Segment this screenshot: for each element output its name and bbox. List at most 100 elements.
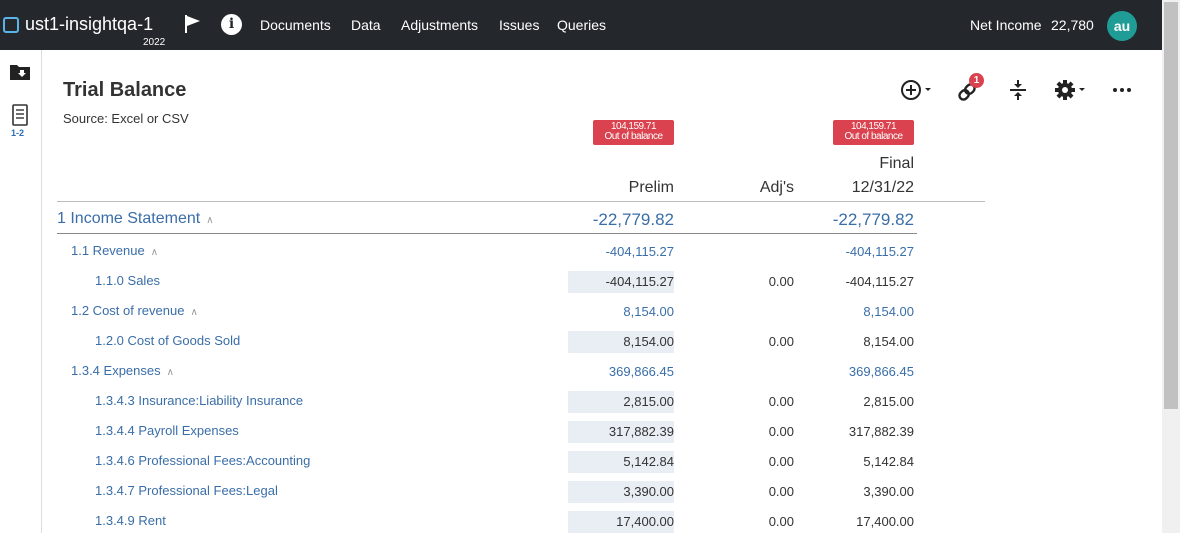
prelim-value[interactable]: 8,154.00 (574, 334, 674, 349)
prelim-oob-status: Out of balance (604, 131, 663, 142)
top-nav-bar: ust1-insightqa-1 2022 i Documents Data A… (0, 0, 1162, 50)
nav-data[interactable]: Data (351, 17, 381, 33)
final-value: -404,115.27 (845, 274, 914, 289)
final-value: 5,142.84 (863, 454, 914, 469)
net-income-label: Net Income (970, 17, 1042, 33)
account-label[interactable]: 1.3.4 Expenses ∧ (71, 363, 174, 378)
adj-value[interactable]: 0.00 (714, 334, 794, 349)
adj-value[interactable]: 0.00 (714, 274, 794, 289)
scrollbar-thumb[interactable] (1164, 2, 1178, 409)
collapse-chevron-icon[interactable]: ∧ (206, 215, 213, 226)
account-label-text: 1.2.0 Cost of Goods Sold (95, 333, 241, 348)
table-row: 1.2 Cost of revenue ∧ 8,154.00 8,154.00 (0, 299, 1000, 329)
account-label-text: 1.3.4.7 Professional Fees:Legal (95, 483, 278, 498)
table-row: 1.3.4.3 Insurance:Liability Insurance 2,8… (0, 389, 1000, 419)
user-avatar[interactable]: au (1107, 11, 1137, 41)
prelim-value: 8,154.00 (623, 304, 674, 319)
table-row: 1 Income Statement ∧ -22,779.82 -22,779.82 (0, 208, 1000, 238)
final-value: -22,779.82 (832, 210, 914, 229)
app-logo-icon[interactable] (3, 17, 19, 33)
account-label[interactable]: 1.1 Revenue ∧ (71, 243, 158, 258)
account-label-text: 1.3.4.9 Rent (95, 513, 166, 528)
account-label-text: 1.1.0 Sales (95, 273, 161, 288)
final-value: 8,154.00 (863, 304, 914, 319)
account-label-text: 1 Income Statement (57, 210, 201, 227)
account-label[interactable]: 1.3.4.4 Payroll Expenses (95, 423, 239, 438)
nav-queries[interactable]: Queries (557, 17, 606, 33)
table-row: 1.3.4.4 Payroll Expenses 317,882.39 0.00 31… (0, 419, 1000, 449)
account-label[interactable]: 1.3.4.7 Professional Fees:Legal (95, 483, 278, 498)
table-row: 1.2.0 Cost of Goods Sold 8,154.00 0.00 8,15… (0, 329, 1000, 359)
account-label-text: 1.3.4.3 Insurance:Liability Insurance (95, 393, 304, 408)
table-row: 1.1.0 Sales -404,115.27 0.00 -404,115.27 (0, 269, 1000, 299)
prelim-value[interactable]: 2,815.00 (574, 394, 674, 409)
add-icon[interactable] (899, 78, 935, 102)
prelim-value[interactable]: 3,390.00 (574, 484, 674, 499)
adj-value[interactable]: 0.00 (714, 394, 794, 409)
account-label-text: 1.2 Cost of revenue (71, 303, 185, 318)
document-list-icon[interactable] (12, 104, 28, 126)
rail-count-label[interactable]: 1-2 (11, 128, 24, 138)
account-label-text: 1.3.4.6 Professional Fees:Accounting (95, 453, 311, 468)
table-row: 1.3.4 Expenses ∧ 369,866.45 369,866.45 (0, 359, 1000, 389)
final-value: 8,154.00 (863, 334, 914, 349)
app-name[interactable]: ust1-insightqa-1 (25, 14, 153, 35)
account-label[interactable]: 1.3.4.6 Professional Fees:Accounting (95, 453, 310, 468)
final-value: -404,115.27 (845, 244, 914, 259)
account-label[interactable]: 1.3.4.9 Rent (95, 513, 166, 528)
final-value: 2,815.00 (863, 394, 914, 409)
collapse-chevron-icon[interactable]: ∧ (167, 367, 174, 378)
table-row: 1.1 Revenue ∧ -404,115.27 -404,115.27 (0, 239, 1000, 269)
nav-documents[interactable]: Documents (260, 17, 331, 33)
adj-value[interactable]: 0.00 (714, 484, 794, 499)
adj-value[interactable]: 0.00 (714, 514, 794, 529)
flag-icon[interactable] (183, 14, 203, 34)
account-label[interactable]: 1.1.0 Sales (95, 273, 160, 288)
final-value: 17,400.00 (856, 514, 914, 529)
account-label[interactable]: 1.2.0 Cost of Goods Sold (95, 333, 240, 348)
prelim-value[interactable]: 17,400.00 (574, 514, 674, 529)
prelim-value: 369,866.45 (608, 364, 674, 379)
info-icon[interactable]: i (221, 14, 242, 35)
link-count-badge: 1 (969, 73, 984, 88)
prelim-out-of-balance-badge[interactable]: 104,159.71 Out of balance (593, 120, 674, 145)
table-row: 1.3.4.7 Professional Fees:Legal 3,390.00 0… (0, 479, 1000, 509)
collapse-chevron-icon[interactable]: ∧ (151, 247, 158, 258)
page-title: Trial Balance (63, 79, 187, 101)
table-row: 1.3.4.6 Professional Fees:Accounting 5,14… (0, 449, 1000, 479)
account-label[interactable]: 1.2 Cost of revenue ∧ (71, 303, 198, 318)
app-year: 2022 (143, 37, 166, 48)
table-row: 1.3.4.9 Rent 17,400.00 0.00 17,400.00 (0, 509, 1000, 539)
column-header-prelim[interactable]: Prelim (594, 179, 674, 197)
nav-adjustments[interactable]: Adjustments (401, 17, 478, 33)
account-label-text: 1.3.4.4 Payroll Expenses (95, 423, 239, 438)
final-value: 317,882.39 (848, 424, 914, 439)
prelim-value: -404,115.27 (605, 244, 674, 259)
column-header-final[interactable]: Final (814, 155, 914, 173)
collapse-chevron-icon[interactable]: ∧ (190, 307, 197, 318)
account-label-text: 1.3.4 Expenses (71, 363, 161, 378)
final-value: 369,866.45 (848, 364, 914, 379)
collapse-icon[interactable] (1008, 78, 1028, 102)
column-header-final-date[interactable]: 12/31/22 (814, 179, 914, 197)
more-icon[interactable] (1112, 78, 1132, 102)
adj-value[interactable]: 0.00 (714, 424, 794, 439)
account-label[interactable]: 1.3.4.3 Insurance:Liability Insurance (95, 393, 303, 408)
prelim-value[interactable]: 5,142.84 (574, 454, 674, 469)
prelim-value[interactable]: -404,115.27 (574, 274, 674, 289)
page-source: Source: Excel or CSV (63, 111, 189, 126)
account-label[interactable]: 1 Income Statement ∧ (57, 210, 214, 228)
nav-issues[interactable]: Issues (499, 17, 539, 33)
adj-value[interactable]: 0.00 (714, 454, 794, 469)
final-out-of-balance-badge[interactable]: 104,159.71 Out of balance (833, 120, 914, 145)
final-oob-status: Out of balance (844, 131, 903, 142)
folder-icon[interactable] (10, 64, 30, 80)
final-value: 3,390.00 (863, 484, 914, 499)
column-header-adj[interactable]: Adj's (714, 179, 794, 197)
net-income-value: 22,780 (1051, 17, 1094, 33)
prelim-value: -22,779.82 (592, 210, 674, 229)
account-label-text: 1.1 Revenue (71, 243, 145, 258)
header-divider (57, 201, 985, 202)
gear-icon[interactable] (1053, 78, 1089, 102)
prelim-value[interactable]: 317,882.39 (574, 424, 674, 439)
